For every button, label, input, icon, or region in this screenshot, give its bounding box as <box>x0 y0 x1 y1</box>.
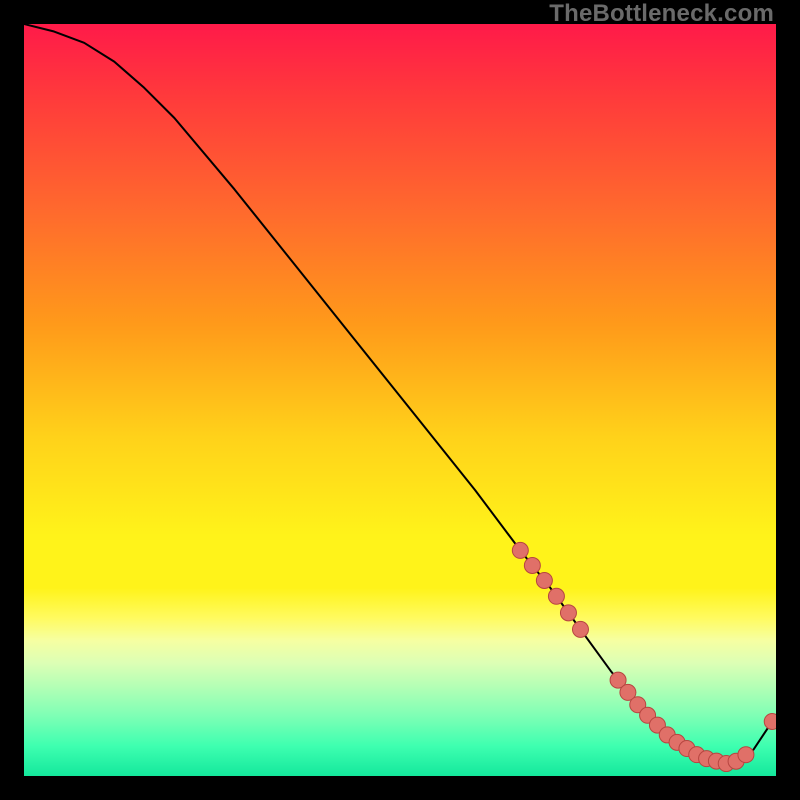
highlight-markers <box>512 542 776 771</box>
chart-container: TheBottleneck.com <box>0 0 800 800</box>
highlight-marker <box>536 572 552 588</box>
highlight-marker <box>548 588 564 604</box>
highlight-marker <box>572 621 588 637</box>
highlight-marker <box>524 557 540 573</box>
highlight-marker <box>738 747 754 763</box>
curve-line <box>24 24 776 765</box>
plot-area <box>24 24 776 776</box>
highlight-marker <box>560 605 576 621</box>
chart-svg <box>24 24 776 776</box>
highlight-marker <box>512 542 528 558</box>
highlight-marker <box>764 713 776 729</box>
